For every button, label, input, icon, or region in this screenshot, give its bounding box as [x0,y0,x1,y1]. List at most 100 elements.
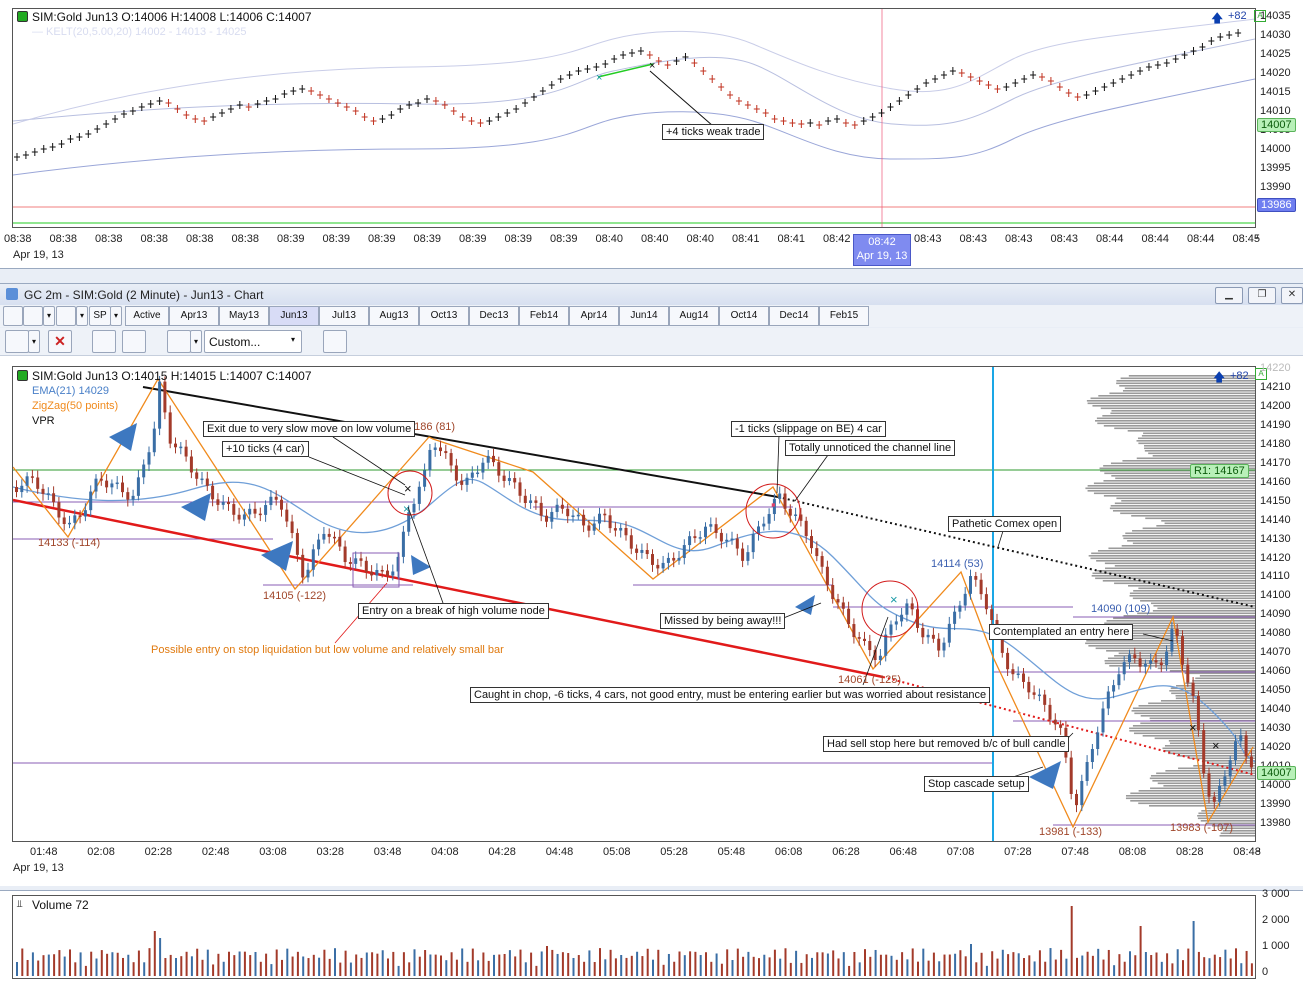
volume-plot[interactable] [12,895,1256,979]
vpr-bar [1149,805,1255,807]
tab-apr14[interactable]: Apr14 [569,306,619,326]
tab-jun14[interactable]: Jun14 [619,306,669,326]
candle-body [682,545,686,558]
vpr-bar [1097,422,1255,425]
candle-body [348,562,352,564]
candle-body [953,611,957,624]
volume-bar [890,955,893,976]
vpr-bar [1114,502,1255,505]
candle-body [1239,735,1243,742]
tab-dec14[interactable]: Dec14 [769,306,819,326]
mini-price-tick: 14000 [1260,143,1291,155]
print-dropdown-icon[interactable]: ▾ [43,306,55,326]
tab-dec13[interactable]: Dec13 [469,306,519,326]
vpr-bar [1195,677,1255,680]
bar-type-dropdown-icon[interactable]: ▾ [190,330,202,353]
main-time-tick: 02:48 [201,846,230,858]
candle-body [428,449,432,471]
vpr-bar [1112,510,1255,512]
mini-time-axis[interactable]: 08:38 08:38 08:38 08:38 08:38 08:38 08:39 08:39… [0,233,1260,249]
candle-body [820,556,824,567]
grid-icon[interactable] [323,330,347,353]
main-time-tick: 03:08 [259,846,287,858]
main-time-tick: 03:28 [316,846,345,858]
candle-body [1186,664,1190,683]
window-title-bar[interactable]: GC 2m - SIM:Gold (2 Minute) - Jun13 - Ch… [0,283,1303,306]
candle-body [1096,732,1100,749]
candle-body [783,493,787,509]
main-time-tick: 08:08 [1118,846,1147,858]
tab-oct13[interactable]: Oct13 [419,306,469,326]
volume-bar [731,960,734,976]
callout-channel: Totally unnoticed the channel line [785,440,956,456]
data-box-icon[interactable] [92,330,116,353]
vpr-bar [1197,815,1255,817]
volume-bar [328,958,331,976]
volume-bar [339,962,342,976]
indicators-icon[interactable] [122,330,146,353]
restore-button[interactable]: ❐ [1248,287,1276,304]
main-chart-plot[interactable]: × × ▪ × × × [12,366,1256,842]
tab-may13[interactable]: May13 [219,306,269,326]
main-plus-ticks: +82 [1230,370,1249,382]
mini-time-tick: 08:43 [1050,233,1079,245]
vpr-bar [1178,767,1255,770]
volume-bar [848,965,851,976]
candle-body [189,456,193,473]
volume-bar [122,957,124,976]
cursor-tool-icon[interactable] [5,330,29,353]
candle-body [576,514,580,517]
candle-body [1212,796,1216,802]
volume-tick: 0 [1262,966,1269,978]
print-icon[interactable] [23,306,43,326]
tab-active[interactable]: Active [125,306,169,326]
tab-aug13[interactable]: Aug13 [369,306,419,326]
candle-body [1196,696,1200,731]
bar-style-select[interactable]: Custom... ▾ [204,330,302,353]
volume-axis[interactable]: 3 000 2 000 1 000 0 [1260,888,1303,983]
close-button[interactable]: ✕ [1281,287,1303,304]
tab-aug14[interactable]: Aug14 [669,306,719,326]
remove-drawings-icon[interactable]: ✕ [48,330,72,353]
properties-icon[interactable] [3,306,23,326]
candle-body [1122,662,1126,675]
vpr-bar [1106,650,1255,652]
tab-oct14[interactable]: Oct14 [719,306,769,326]
vpr-bar [1140,600,1255,602]
resize-corner-icon[interactable]: ⌟ [1254,230,1259,241]
candle-body [327,533,331,537]
cursor-dropdown-icon[interactable]: ▾ [28,330,40,353]
vpr-bar [1175,695,1255,697]
vpr-bar [1119,385,1255,387]
sp-dropdown-icon[interactable]: ▾ [110,306,122,326]
instrument-dropdown-icon[interactable]: ▾ [76,306,88,326]
vpr-bar [1137,612,1255,615]
instrument-icon[interactable] [56,306,76,326]
volume-bar [800,962,803,976]
volume-bar [243,951,246,976]
vpr-bar [1148,452,1255,455]
main-time-axis[interactable]: 01:48 02:08 02:28 02:48 03:08 03:28 03:48 04:08… [0,846,1261,862]
tab-feb14[interactable]: Feb14 [519,306,569,326]
candle-body [555,504,559,512]
main-price-tick: 14050 [1260,684,1291,697]
tab-jun13[interactable]: Jun13 [269,306,319,326]
main-resize-corner-icon[interactable]: ⌟ [1256,843,1261,854]
candle-body [83,510,87,517]
mini-chart-plot[interactable]: × × [12,8,1256,228]
bar-type-icon[interactable] [167,330,191,353]
tab-jul13[interactable]: Jul13 [319,306,369,326]
candle-body [306,569,310,578]
tab-feb15[interactable]: Feb15 [819,306,869,326]
minimize-button[interactable]: ▁ [1215,287,1243,304]
sp-button[interactable]: SP [89,306,111,326]
candle-body [1218,785,1222,802]
candle-body [1244,735,1248,757]
chart-app-icon [6,288,18,300]
volume-bar [1213,954,1216,976]
main-price-tick: 14070 [1260,646,1291,659]
tab-apr13[interactable]: Apr13 [169,306,219,326]
main-up-arrow-icon: 🡅 [1213,370,1226,384]
candle-body [502,475,506,481]
volume-bar [100,950,103,976]
